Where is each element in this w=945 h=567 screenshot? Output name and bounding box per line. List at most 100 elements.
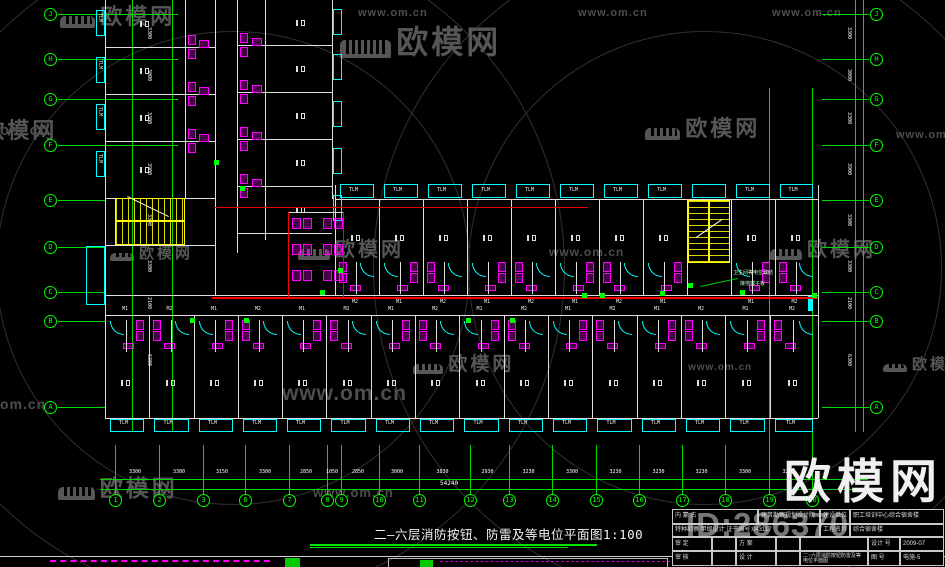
bath-fixture xyxy=(579,320,587,330)
watermark-logo: 欧模网 xyxy=(60,6,175,28)
watermark-url-short: om.cn xyxy=(0,122,50,139)
room-symbol xyxy=(140,166,142,173)
window-label: TLM xyxy=(349,187,359,193)
wall xyxy=(511,199,512,295)
room-symbol xyxy=(121,380,123,386)
axis-line xyxy=(552,445,553,494)
bath-fixture xyxy=(300,343,311,349)
axis-line xyxy=(289,445,290,494)
room-symbol xyxy=(392,380,396,386)
wall xyxy=(238,315,239,418)
axis-line xyxy=(58,200,105,201)
room-symbol xyxy=(436,380,440,386)
bath-fixture xyxy=(252,85,262,93)
titleblock-cell-r4e: 电施-5 xyxy=(900,551,944,566)
sofa-icon xyxy=(883,363,907,372)
wall xyxy=(379,199,380,295)
window-label: TLM xyxy=(562,420,572,426)
stair-landing xyxy=(708,200,710,263)
bath-fixture xyxy=(573,285,584,291)
room-symbol xyxy=(303,380,307,386)
axis-bubble: 8 xyxy=(321,494,334,507)
axis-line xyxy=(596,445,597,494)
axis-bubble: 10 xyxy=(373,494,386,507)
bath-fixture xyxy=(515,262,523,272)
room-symbol xyxy=(653,380,655,386)
bath-fixture xyxy=(164,343,175,349)
wall xyxy=(105,295,818,296)
axis-bubble: H xyxy=(870,53,883,66)
sofa-icon xyxy=(60,15,96,28)
bath-fixture xyxy=(240,33,248,43)
dimension: 2930 xyxy=(481,469,494,475)
bath-fixture xyxy=(603,273,611,283)
annotation: 卫生间等电位联结 xyxy=(733,270,774,276)
door-label: M1 xyxy=(299,306,306,312)
fire-button-symbol xyxy=(660,291,665,296)
bath-partition xyxy=(170,320,172,352)
bath-partition xyxy=(259,320,260,352)
dimension: 2100 xyxy=(846,296,852,309)
bath-fixture xyxy=(252,179,262,187)
axis-bubble: 7 xyxy=(283,494,296,507)
dimension: 3300 xyxy=(146,26,152,39)
door-label: M1 xyxy=(742,306,749,312)
fire-button-symbol xyxy=(812,293,817,298)
window-label: TLM xyxy=(97,60,103,70)
axis-bubble: J xyxy=(870,8,883,21)
titleblock-cell-r4b: 设 计 xyxy=(736,551,776,566)
fire-button-symbol xyxy=(688,283,693,288)
sofa-icon xyxy=(645,127,681,140)
axis-bubble: C xyxy=(870,286,883,299)
bath-fixture xyxy=(225,320,233,330)
room-symbol xyxy=(170,380,175,386)
axis-line xyxy=(341,445,342,494)
axis-bubble: 3 xyxy=(197,494,210,507)
window-label: TLM xyxy=(739,420,749,426)
bath-fixture xyxy=(427,262,435,272)
axis-bubble: G xyxy=(44,93,57,106)
bath-partition xyxy=(444,262,445,294)
door-label: M1 xyxy=(748,299,755,305)
wall xyxy=(326,315,327,418)
axis-line xyxy=(419,445,420,494)
fire-button-symbol xyxy=(510,318,515,323)
dimension: 3900 xyxy=(846,162,852,175)
room-symbol xyxy=(576,235,580,241)
room-symbol xyxy=(527,235,529,241)
window-label: TLM xyxy=(525,187,535,193)
room-symbol xyxy=(571,235,573,241)
wall xyxy=(637,315,638,418)
window-label: TLM xyxy=(208,420,218,426)
window-label: TLM xyxy=(695,420,705,426)
watermark-logo: 欧模网 xyxy=(883,357,945,372)
bath-partition xyxy=(532,262,533,294)
axis-line xyxy=(822,14,869,15)
bath-fixture xyxy=(240,94,248,104)
bath-fixture xyxy=(323,244,332,255)
titleblock-cell-r4c: 二~六层消防按钮防雷及等电位平面图 xyxy=(800,551,868,566)
bath-fixture xyxy=(188,35,196,45)
room-symbol xyxy=(165,380,168,386)
bath-fixture xyxy=(674,273,682,283)
watermark-url-short: om.cn xyxy=(0,396,47,412)
bath-fixture xyxy=(188,129,196,139)
bath-fixture xyxy=(410,262,418,272)
room-symbol xyxy=(215,380,219,386)
axis-line xyxy=(159,445,160,494)
door-label: M1 xyxy=(388,306,395,312)
bath-fixture xyxy=(402,320,410,330)
room-symbol xyxy=(395,235,397,241)
bath-fixture xyxy=(212,343,223,349)
titleblock-cell xyxy=(776,551,800,566)
door-label: M2 xyxy=(352,299,359,305)
bath-fixture xyxy=(485,285,496,291)
room-symbol xyxy=(296,19,298,26)
corridor-cable-line xyxy=(212,297,818,299)
bath-fixture xyxy=(402,331,410,341)
bath-fixture xyxy=(330,320,338,330)
bath-fixture xyxy=(240,174,248,184)
wall xyxy=(555,199,556,295)
room-symbol xyxy=(746,380,751,386)
dimension: 3300 xyxy=(259,469,272,475)
